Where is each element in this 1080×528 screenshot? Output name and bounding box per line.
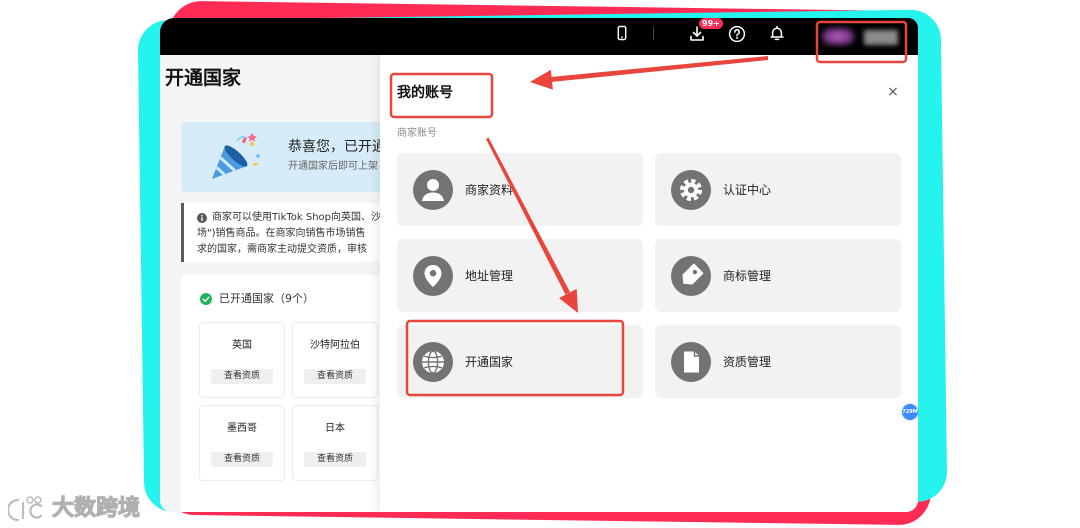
menu-item-label: 地址管理 [465, 268, 514, 283]
country-name: 墨西哥 [227, 423, 257, 434]
mobile-icon[interactable] [614, 25, 630, 41]
notice-line: 商家可以使用TikTok Shop向英国、沙 [197, 210, 381, 226]
close-icon[interactable]: × [886, 85, 900, 99]
menu-item-trademark-management[interactable]: 商标管理 [655, 239, 901, 312]
view-qualification-button[interactable]: 查看资质 [211, 369, 273, 384]
bell-icon[interactable] [768, 24, 786, 42]
watermark-text: 大数跨境 [51, 496, 141, 522]
notice-line: 场")销售商品。在商家向销售市场销售 [197, 226, 366, 242]
download-count-badge: 99+ [699, 18, 723, 29]
menu-item-merchant-profile[interactable]: 商家资料 [397, 153, 643, 226]
menu-item-label: 商标管理 [723, 268, 772, 283]
check-circle-icon [200, 293, 212, 305]
country-card-japan: 日本 查看资质 [292, 405, 378, 481]
menu-item-verification-center[interactable]: 认证中心 [655, 153, 901, 226]
menu-item-label: 开通国家 [465, 354, 514, 369]
country-card-uk: 英国 查看资质 [199, 322, 285, 398]
globe-icon [413, 341, 453, 382]
country-card-saudi-arabia: 沙特阿拉伯 查看资质 [292, 322, 378, 398]
section-label: 商家账号 [397, 128, 437, 139]
menu-item-open-countries[interactable]: 开通国家 [397, 325, 643, 398]
country-name: 英国 [232, 340, 252, 351]
notice-text: 场")销售商品。在商家向销售市场销售 [197, 228, 366, 239]
avatar-image-blurred [822, 28, 854, 45]
view-qualification-button[interactable]: 查看资质 [211, 452, 273, 467]
notice-text: 求的国家，需商家主动提交资质，审核 [197, 244, 367, 255]
account-avatar-blurred[interactable] [820, 26, 902, 50]
menu-item-qualification-management[interactable]: 资质管理 [655, 325, 901, 398]
watermark: 大数跨境 [8, 494, 141, 524]
party-popper-icon [208, 132, 262, 182]
opened-countries-label: 已开通国家（9个） [219, 292, 314, 305]
banner-heading: 恭喜您，已开通 [288, 139, 386, 155]
info-icon [197, 213, 207, 223]
account-name-blurred [864, 30, 898, 45]
banner-subtext: 开通国家后即可上架 [288, 161, 378, 172]
top-bar: 99+ [160, 18, 918, 55]
notice-text: 商家可以使用TikTok Shop向英国、沙 [212, 212, 382, 223]
my-account-drawer: 我的账号 × 商家账号 商家资料 认证中心 地址管理 商标管理 开通国家 资质管… [380, 55, 918, 512]
menu-item-address-management[interactable]: 地址管理 [397, 239, 643, 312]
drawer-title: 我的账号 [397, 85, 453, 101]
help-icon[interactable] [728, 25, 746, 43]
account-menu-grid: 商家资料 认证中心 地址管理 商标管理 开通国家 资质管理 [397, 153, 901, 398]
page-title: 开通国家 [165, 67, 242, 89]
floating-memory-badge[interactable]: 729M [902, 404, 918, 420]
view-qualification-button[interactable]: 查看资质 [304, 369, 366, 384]
app-window: 99+ 开通国家 恭喜您，已开通 开通国家后即可上架 商家可以使用TikTok … [160, 18, 918, 512]
gear-icon [671, 169, 711, 210]
user-icon [413, 169, 453, 210]
topbar-divider [653, 27, 654, 40]
notice-line: 求的国家，需商家主动提交资质，审核 [197, 242, 367, 258]
tag-icon [671, 255, 711, 296]
watermark-logo-icon [8, 496, 44, 523]
country-name: 日本 [325, 423, 345, 434]
location-pin-icon [413, 255, 453, 296]
view-qualification-button[interactable]: 查看资质 [304, 452, 366, 467]
menu-item-label: 认证中心 [723, 182, 772, 197]
country-card-mexico: 墨西哥 查看资质 [199, 405, 285, 481]
menu-item-label: 资质管理 [723, 354, 772, 369]
menu-item-label: 商家资料 [465, 182, 514, 197]
country-name: 沙特阿拉伯 [310, 340, 360, 351]
document-icon [671, 341, 711, 382]
